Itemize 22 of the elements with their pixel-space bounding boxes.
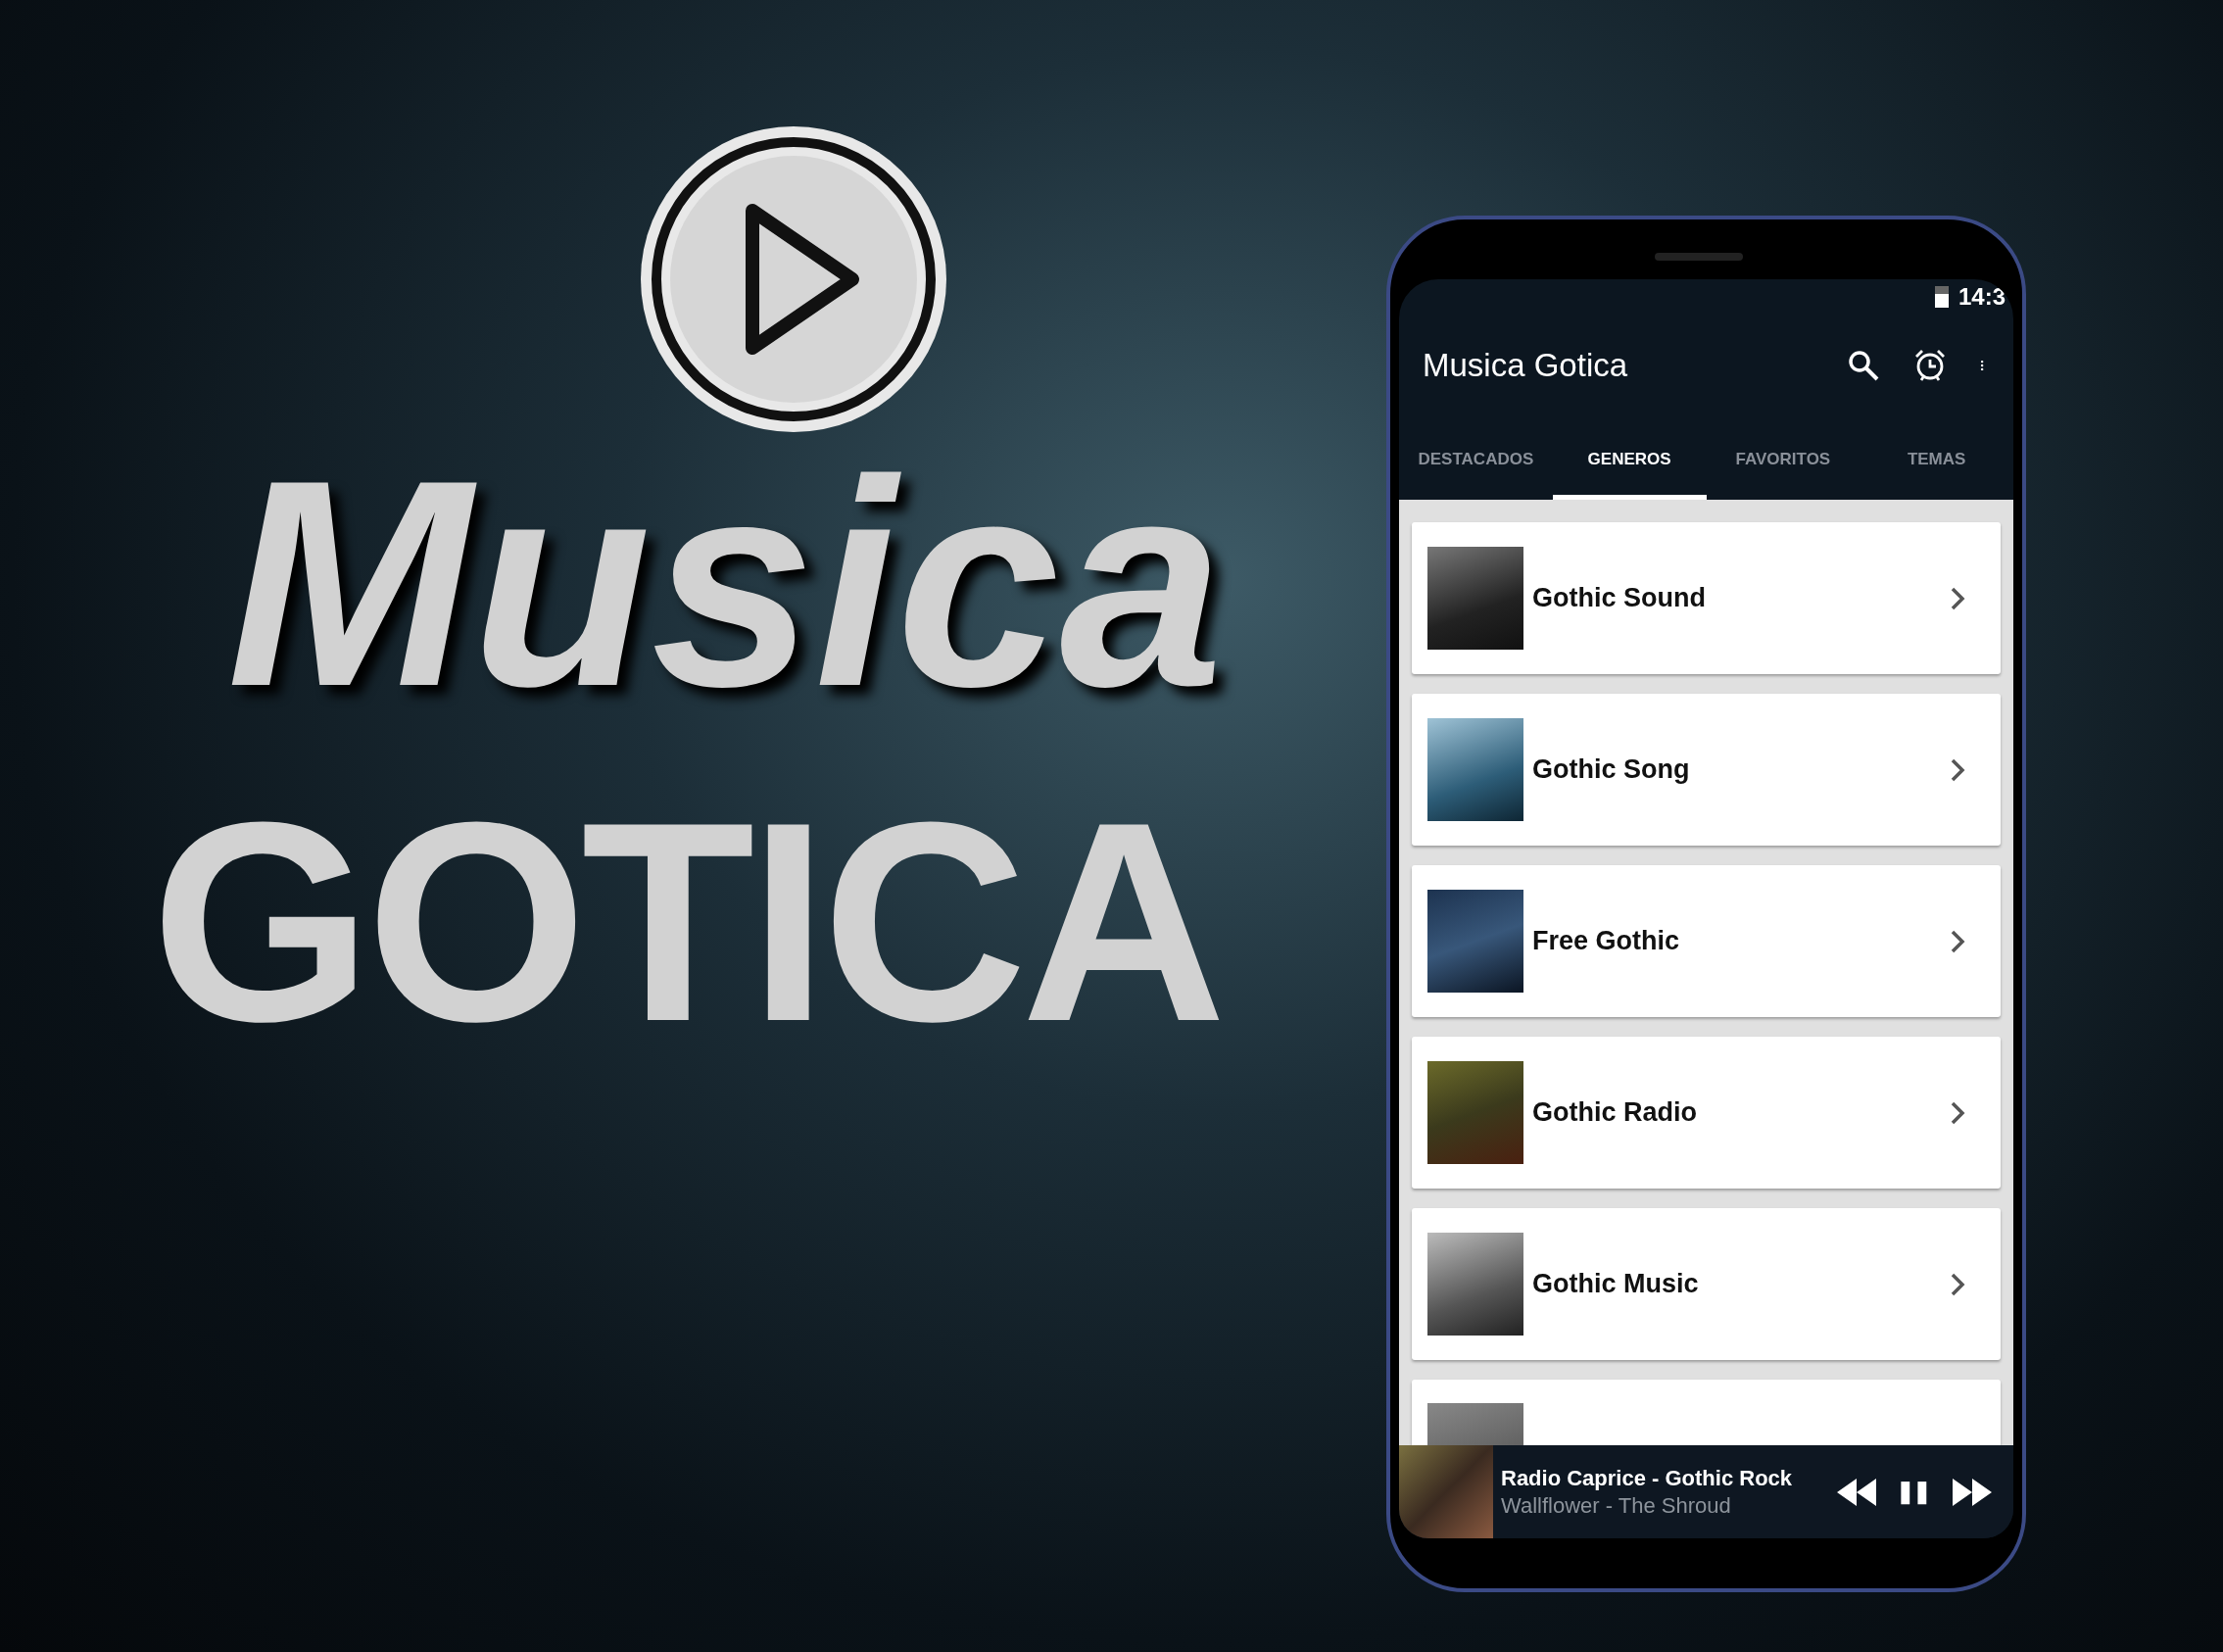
poster-title: GOTICA (151, 779, 1221, 1063)
battery-icon (1934, 285, 1949, 308)
genre-title: Gothic Music (1532, 1269, 1700, 1299)
genre-title: Gothic Sound (1532, 583, 1707, 613)
genre-card[interactable]: Free Gothic (1412, 865, 2001, 1017)
genre-card[interactable]: Gothic Song (1412, 694, 2001, 846)
tab[interactable]: DESTACADOS (1399, 416, 1553, 500)
genre-title: Gothic Song (1532, 754, 1691, 785)
alarm-clock-icon[interactable] (1913, 348, 1947, 382)
search-icon[interactable] (1847, 348, 1880, 382)
station-name: Radio Caprice - Gothic Rock (1501, 1465, 1794, 1491)
genre-card[interactable]: Gothic Music (1412, 1208, 2001, 1360)
genre-title: Gothic Radio (1532, 1097, 1698, 1128)
tab[interactable]: FAVORITOS (1706, 416, 1861, 500)
app-title: Musica Gotica (1423, 346, 1629, 384)
poster-title: Musica (226, 436, 1224, 730)
status-time: 14:3 (1957, 282, 2006, 311)
track-name: Wallflower - The Shroud (1501, 1492, 1732, 1519)
tab[interactable]: TEMAS (1860, 416, 2013, 500)
genre-card[interactable]: Gothic Sound (1412, 522, 2001, 674)
genre-title: Free Gothic (1532, 926, 1681, 956)
genre-card[interactable]: Gothic Radio (1412, 1037, 2001, 1189)
